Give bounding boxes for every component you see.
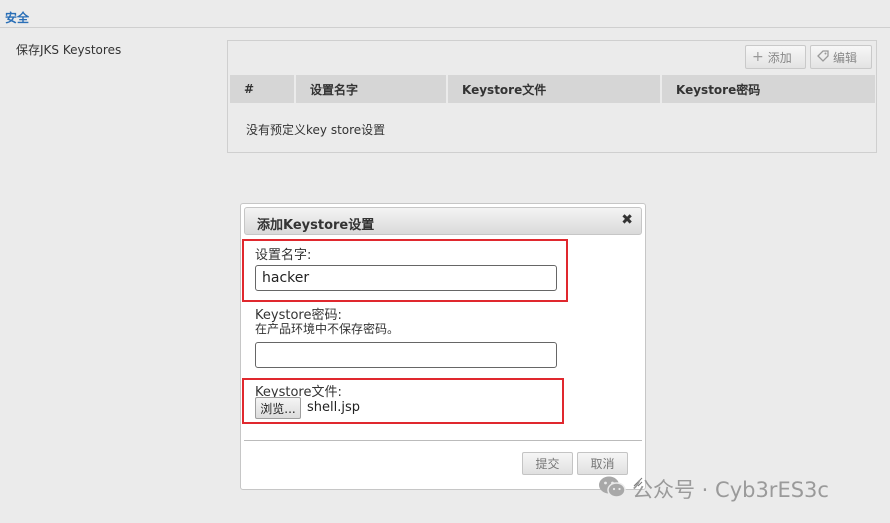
cancel-button[interactable]: 取消 [577, 452, 628, 475]
add-keystore-dialog: 添加Keystore设置 ✖ 设置名字: hacker Keystore密码: … [240, 203, 646, 490]
dialog-footer-divider [244, 440, 642, 441]
keystores-panel: + 添加 编辑 # 设置名字 Keystore文件 Keystore密码 没有预… [227, 40, 877, 153]
password-input[interactable] [255, 342, 557, 368]
column-header-keystore-file[interactable]: Keystore文件 [448, 75, 660, 103]
browse-button[interactable]: 浏览... [255, 397, 301, 419]
column-header-keystore-password[interactable]: Keystore密码 [662, 75, 875, 103]
submit-button[interactable]: 提交 [522, 452, 573, 475]
selected-file-name: shell.jsp [307, 400, 361, 415]
name-input[interactable]: hacker [255, 265, 557, 291]
password-hint: 在产品环境中不保存密码。 [255, 322, 400, 336]
column-header-name[interactable]: 设置名字 [296, 75, 446, 103]
table-header: # 设置名字 Keystore文件 Keystore密码 [230, 75, 875, 103]
dialog-title: 添加Keystore设置 [257, 218, 375, 233]
add-button[interactable]: + 添加 [745, 45, 806, 69]
tag-icon [817, 49, 829, 65]
keystores-field-label: 保存JKS Keystores [16, 43, 122, 57]
edit-button-label: 编辑 [833, 50, 858, 65]
section-title: 安全 [5, 11, 30, 25]
add-button-label: 添加 [767, 50, 792, 65]
wechat-icon [598, 475, 626, 504]
name-field-label: 设置名字: [255, 248, 312, 263]
watermark-text: 公众号 · Cyb3rES3c [632, 478, 829, 502]
dialog-header[interactable]: 添加Keystore设置 ✖ [244, 207, 642, 235]
empty-table-message: 没有预定义key store设置 [246, 123, 386, 137]
plus-icon: + [752, 49, 764, 65]
watermark: 公众号 · Cyb3rES3c [598, 474, 829, 504]
close-icon[interactable]: ✖ [621, 212, 633, 228]
column-header-index[interactable]: # [230, 75, 294, 103]
section-divider [0, 27, 890, 28]
edit-button[interactable]: 编辑 [810, 45, 872, 69]
